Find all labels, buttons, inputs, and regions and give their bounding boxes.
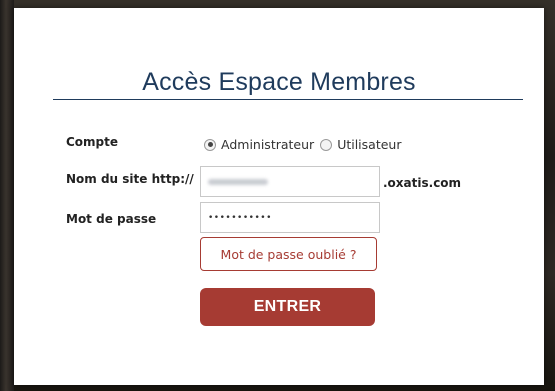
radio-administrateur-label[interactable]: Administrateur xyxy=(221,137,314,152)
password-input[interactable]: ••••••••••• xyxy=(200,202,380,233)
modal-title: Accès Espace Membres xyxy=(142,68,416,96)
site-domain-suffix: .oxatis.com xyxy=(383,176,462,190)
enter-button[interactable]: ENTRER xyxy=(200,288,375,326)
password-label: Mot de passe xyxy=(66,212,157,226)
compte-label: Compte xyxy=(66,135,119,149)
radio-utilisateur[interactable] xyxy=(320,138,333,151)
site-name-label: Nom du site http:// xyxy=(66,172,194,186)
radio-utilisateur-label[interactable]: Utilisateur xyxy=(337,137,401,152)
radio-administrateur[interactable] xyxy=(204,138,216,151)
title-divider xyxy=(53,99,523,100)
password-value: ••••••••••• xyxy=(208,212,272,223)
site-name-value-blurred xyxy=(208,178,268,185)
forgot-password-button[interactable]: Mot de passe oublié ? xyxy=(200,237,377,271)
account-type-radio-group: Administrateur Utilisateur xyxy=(204,137,407,152)
site-name-input[interactable] xyxy=(200,166,380,197)
login-modal: Accès Espace Membres Compte Administrate… xyxy=(14,8,544,385)
